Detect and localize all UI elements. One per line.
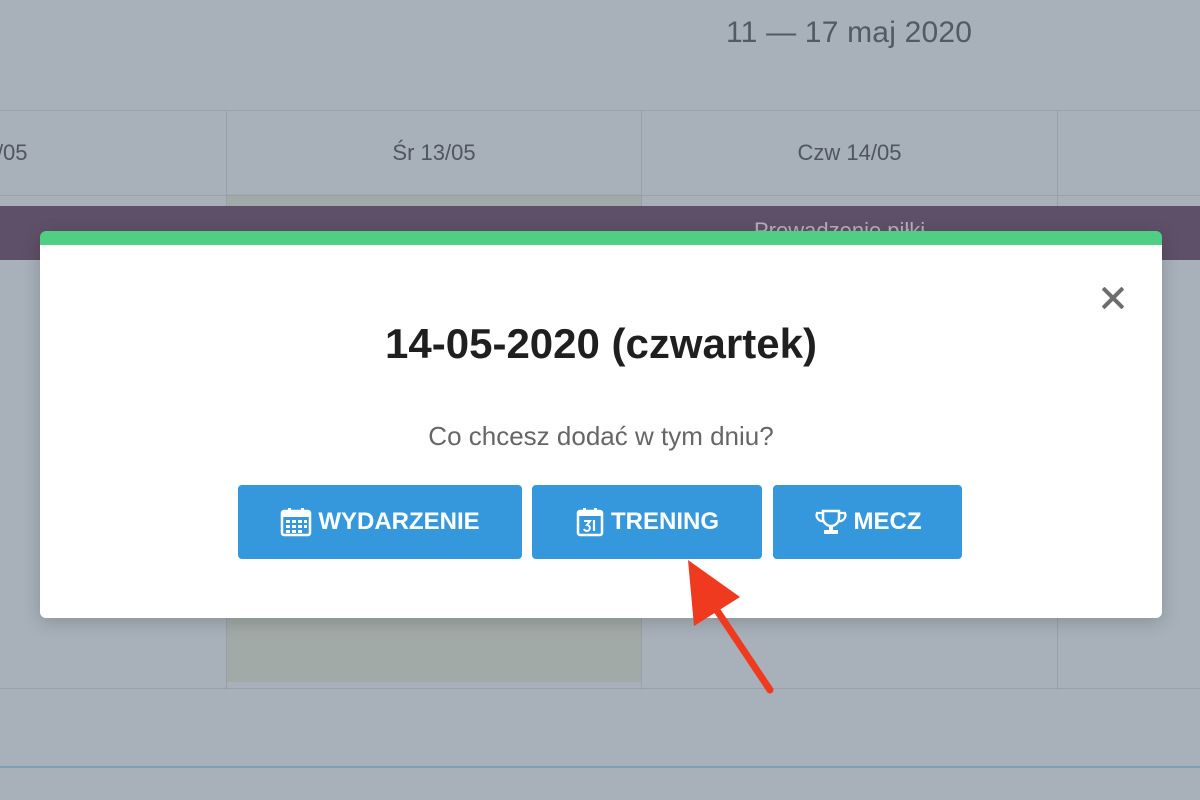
grid-bottom-line — [0, 688, 1200, 689]
calendar-day-icon — [576, 508, 604, 537]
add-item-modal: 14-05-2020 (czwartek) Co chcesz dodać w … — [40, 231, 1162, 618]
add-training-button[interactable]: TRENING — [532, 485, 762, 559]
trophy-icon — [815, 509, 846, 534]
close-icon[interactable] — [1098, 283, 1128, 313]
modal-question: Co chcesz dodać w tym dniu? — [428, 421, 774, 451]
add-match-label: MECZ — [853, 508, 922, 535]
add-training-label: TRENING — [611, 508, 719, 535]
modal-title: 14-05-2020 (czwartek) — [385, 320, 817, 367]
day-header-thu[interactable]: Czw 14/05 — [642, 111, 1057, 195]
add-event-label: WYDARZENIE — [318, 508, 480, 535]
week-range-label: 11 — 17 maj 2020 — [726, 16, 973, 49]
day-header-wed[interactable]: Śr 13/05 — [227, 111, 641, 195]
add-event-button[interactable]: WYDARZENIE — [238, 485, 522, 559]
day-header-row: 12/05 Śr 13/05 Czw 14/05 — [0, 110, 1200, 196]
day-header-tue[interactable]: 12/05 — [0, 111, 70, 195]
footer-divider — [0, 766, 1200, 768]
add-match-button[interactable]: MECZ — [773, 485, 962, 559]
calendar-grid-icon — [281, 508, 312, 537]
